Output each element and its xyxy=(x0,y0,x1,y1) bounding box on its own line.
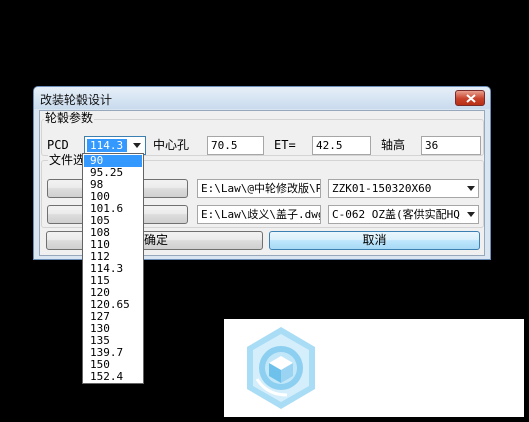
et-label: ET= xyxy=(274,138,296,152)
chevron-down-icon xyxy=(467,212,475,217)
params-legend: 轮毂参数 xyxy=(44,111,95,125)
file-path-2[interactable]: E:\Law\歧义\盖子.dwg xyxy=(197,205,321,224)
ok-button[interactable]: 确定 xyxy=(46,231,263,250)
close-button[interactable] xyxy=(455,90,485,106)
axle-height-input[interactable]: 36 xyxy=(421,136,481,155)
pcd-dropdown-list[interactable]: 90 95.25 98 100 101.6 105 108 110 112 114.3 115 120… xyxy=(82,153,144,384)
cube-logo-icon xyxy=(247,327,315,409)
file-path-1[interactable]: E:\Law\@中轮修改版\P xyxy=(197,179,321,198)
cancel-button-label: 取消 xyxy=(362,233,387,247)
pcd-combo-value: 114.3 xyxy=(90,139,124,152)
title-bar[interactable]: 改装轮毂设计 xyxy=(34,87,490,109)
chevron-down-icon xyxy=(467,186,475,191)
file-combo-2[interactable]: C-062 OZ盖(客供实配HQ xyxy=(328,205,479,224)
cancel-button[interactable]: 取消 xyxy=(269,231,480,250)
center-hole-label: 中心孔 xyxy=(153,138,190,152)
axle-height-label: 轴高 xyxy=(381,138,406,152)
window-title: 改装轮毂设计 xyxy=(40,93,113,107)
et-input[interactable]: 42.5 xyxy=(312,136,371,155)
logo-panel xyxy=(224,319,524,417)
file-combo-1-value: ZZK01-150320X60 xyxy=(332,182,432,195)
file-combo-2-value: C-062 OZ盖(客供实配HQ xyxy=(332,208,460,221)
center-hole-input[interactable]: 70.5 xyxy=(207,136,264,155)
pcd-option[interactable]: 152.4 xyxy=(84,371,142,383)
chevron-down-icon xyxy=(133,143,141,148)
file-combo-1[interactable]: ZZK01-150320X60 xyxy=(328,179,479,198)
close-icon xyxy=(466,94,476,103)
ok-button-label: 确定 xyxy=(144,233,169,247)
files-legend: 文件选 xyxy=(48,153,87,167)
pcd-label: PCD xyxy=(47,138,69,152)
